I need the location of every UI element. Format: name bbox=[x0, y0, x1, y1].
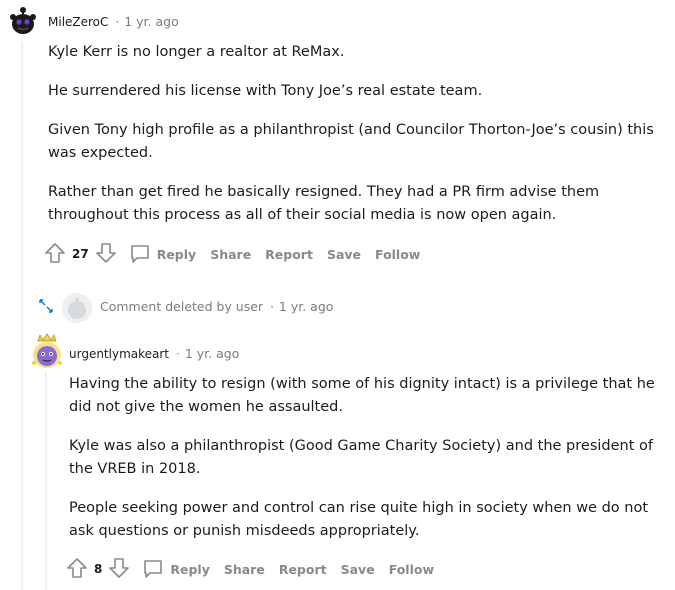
reply-button[interactable]: Reply bbox=[142, 558, 210, 580]
comment-timestamp[interactable]: 1 yr. ago bbox=[185, 346, 240, 361]
deleted-user-avatar bbox=[62, 293, 92, 323]
upvote-icon[interactable] bbox=[44, 242, 66, 267]
comment-paragraph: Kyle Kerr is no longer a realtor at ReMa… bbox=[48, 44, 345, 60]
meta-separator: · bbox=[115, 14, 120, 29]
avatar[interactable] bbox=[8, 4, 38, 38]
comment-author[interactable]: urgentlymakeart bbox=[69, 347, 169, 361]
reply-label: Reply bbox=[170, 561, 210, 577]
deleted-comment-text: Comment deleted by user bbox=[100, 299, 264, 314]
share-button[interactable]: Share bbox=[224, 562, 265, 577]
downvote-icon[interactable] bbox=[95, 242, 117, 267]
comment-paragraph: Having the ability to resign (with some … bbox=[69, 376, 655, 415]
report-button[interactable]: Report bbox=[265, 247, 313, 262]
report-button[interactable]: Report bbox=[279, 562, 327, 577]
thread-line-child[interactable] bbox=[45, 372, 47, 590]
follow-button[interactable]: Follow bbox=[375, 247, 420, 262]
vote-count: 27 bbox=[72, 247, 89, 261]
upvote-icon[interactable] bbox=[66, 557, 88, 582]
save-button[interactable]: Save bbox=[327, 247, 361, 262]
comment-timestamp[interactable]: 1 yr. ago bbox=[124, 14, 179, 29]
comment-body: Kyle Kerr is no longer a realtor at ReMa… bbox=[48, 41, 663, 243]
vote-count: 8 bbox=[94, 562, 103, 576]
comment-paragraph: Rather than get fired he basically resig… bbox=[48, 184, 600, 223]
expand-icon[interactable] bbox=[38, 298, 54, 318]
comment-author[interactable]: MileZeroC bbox=[48, 15, 108, 29]
save-button[interactable]: Save bbox=[341, 562, 375, 577]
reply-label: Reply bbox=[156, 246, 197, 262]
comment-actions: 8 Reply Share Report Save Follow bbox=[66, 556, 448, 582]
meta-separator: · bbox=[176, 346, 180, 361]
comment-bubble-icon bbox=[130, 245, 149, 263]
reply-button[interactable]: Reply bbox=[129, 243, 196, 265]
comment-body: Having the ability to resign (with some … bbox=[69, 373, 659, 559]
comment-paragraph: He surrendered his license with Tony Joe… bbox=[48, 83, 483, 99]
comment-actions: 27 Reply Share Report Save Follow bbox=[44, 241, 434, 267]
share-button[interactable]: Share bbox=[210, 247, 251, 262]
comment-timestamp[interactable]: 1 yr. ago bbox=[279, 299, 334, 314]
comment-paragraph: People seeking power and control can ris… bbox=[69, 500, 649, 539]
downvote-icon[interactable] bbox=[108, 557, 130, 582]
thread-line-main[interactable] bbox=[21, 42, 23, 590]
comment-paragraph: Kyle was also a philanthropist (Good Gam… bbox=[69, 438, 653, 477]
meta-separator: · bbox=[270, 299, 274, 314]
comment-bubble-icon bbox=[144, 560, 163, 578]
avatar[interactable] bbox=[30, 333, 64, 371]
comment-paragraph: Given Tony high profile as a philanthrop… bbox=[48, 122, 654, 161]
follow-button[interactable]: Follow bbox=[389, 562, 434, 577]
